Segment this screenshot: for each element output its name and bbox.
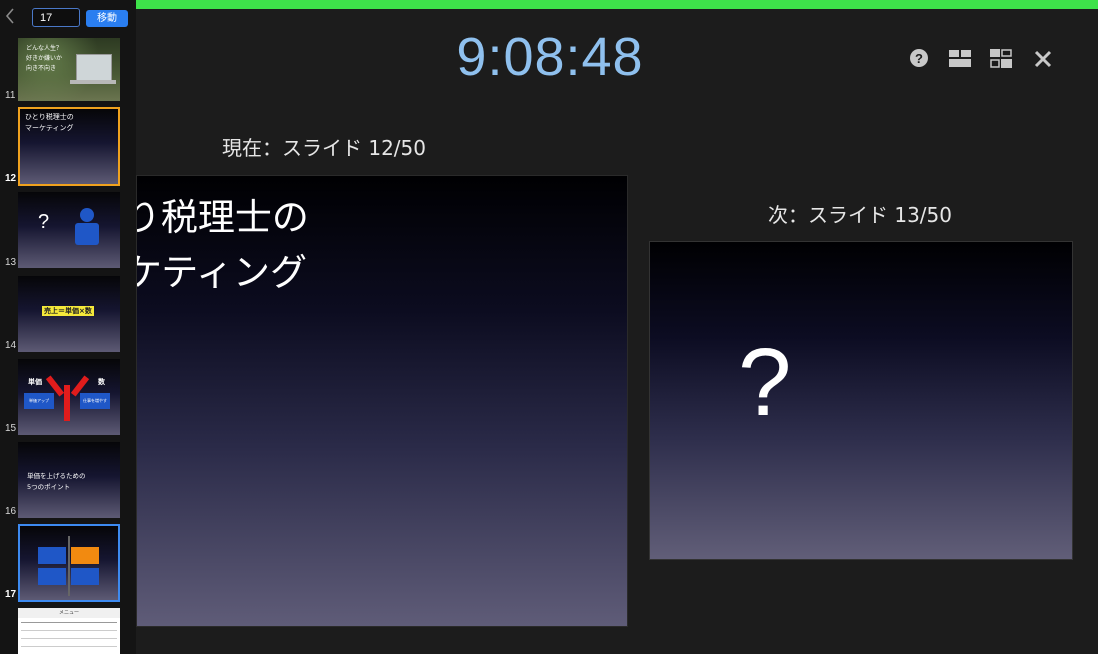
quadrant-box (71, 568, 99, 585)
slide-thumbnail-12[interactable]: ひとり税理士の マーケティング (18, 107, 120, 186)
quadrant-box (38, 547, 66, 564)
slide-thumbnail-11[interactable]: どんな人生？ 好きか嫌いか 向き不向き (18, 38, 120, 101)
current-slide-preview: ひとり税理士の マーケティング (136, 175, 628, 627)
thumb-text: ひとり税理士の マーケティング (25, 113, 74, 132)
slide-navigator[interactable]: どんな人生？ 好きか嫌いか 向き不向き 11 ひとり税理士の マーケティング 1… (0, 0, 136, 654)
chevron-left-icon[interactable] (5, 8, 19, 28)
slide-thumbnail-15[interactable]: 単価 数 単価アップ 仕事を増やす (18, 359, 120, 435)
help-icon[interactable]: ? (909, 48, 929, 72)
go-button[interactable]: 移動 (86, 10, 128, 27)
slide-thumbnail-16[interactable]: 単価を上げるための 5つのポイント (18, 442, 120, 518)
close-icon[interactable] (1034, 50, 1052, 72)
swap-displays-icon[interactable] (990, 49, 1012, 73)
thumb-text: 売上＝単価×数 (42, 306, 94, 316)
quadrant-box (38, 568, 66, 585)
layout-icon[interactable] (949, 50, 971, 72)
next-slide-label: 次：スライド 13/50 (768, 203, 952, 227)
current-slide-label: 現在：スライド 12/50 (222, 136, 426, 160)
slide-number: 15 (5, 423, 17, 434)
thumb-text: ? (38, 211, 50, 233)
slide-number: 17 (5, 589, 17, 600)
slide-number: 16 (5, 506, 17, 517)
current-slide-title: ひとり税理士の マーケティング (137, 196, 309, 294)
thumb-text: 仕事を増やす (80, 393, 110, 409)
slide-jump-input[interactable] (32, 8, 80, 27)
thumb-text: 単価を上げるための 5つのポイント (27, 472, 86, 491)
elapsed-time-clock: 9:08:48 (456, 27, 644, 87)
thumb-text: どんな人生？ 好きか嫌いか 向き不向き (26, 45, 63, 72)
quadrant-box (71, 547, 99, 564)
slide-number: 14 (5, 340, 17, 351)
laptop-image (76, 54, 112, 82)
thumb-text: メニュー (18, 608, 120, 618)
y-shape (64, 385, 70, 421)
slide-number: 11 (5, 90, 16, 101)
thumb-text: 単価 (28, 378, 42, 386)
slide-thumbnail-14[interactable]: 売上＝単価×数 (18, 276, 120, 352)
person-head-shape (80, 208, 94, 222)
next-slide-text: ? (738, 329, 792, 436)
slide-number: 12 (5, 173, 17, 184)
thumb-text: 単価アップ (24, 393, 54, 409)
slide-number: 13 (5, 257, 17, 268)
svg-text:?: ? (915, 51, 923, 66)
thumb-text: 数 (98, 378, 105, 386)
next-slide-preview: ? (649, 241, 1073, 560)
slide-thumbnail-18[interactable]: メニュー (18, 608, 120, 654)
person-body-shape (75, 223, 99, 245)
slide-thumbnail-17[interactable] (18, 524, 120, 602)
sidebar-header: 移動 (0, 0, 136, 36)
slide-thumbnail-13[interactable]: ? (18, 192, 120, 268)
top-accent-bar (0, 0, 1098, 9)
